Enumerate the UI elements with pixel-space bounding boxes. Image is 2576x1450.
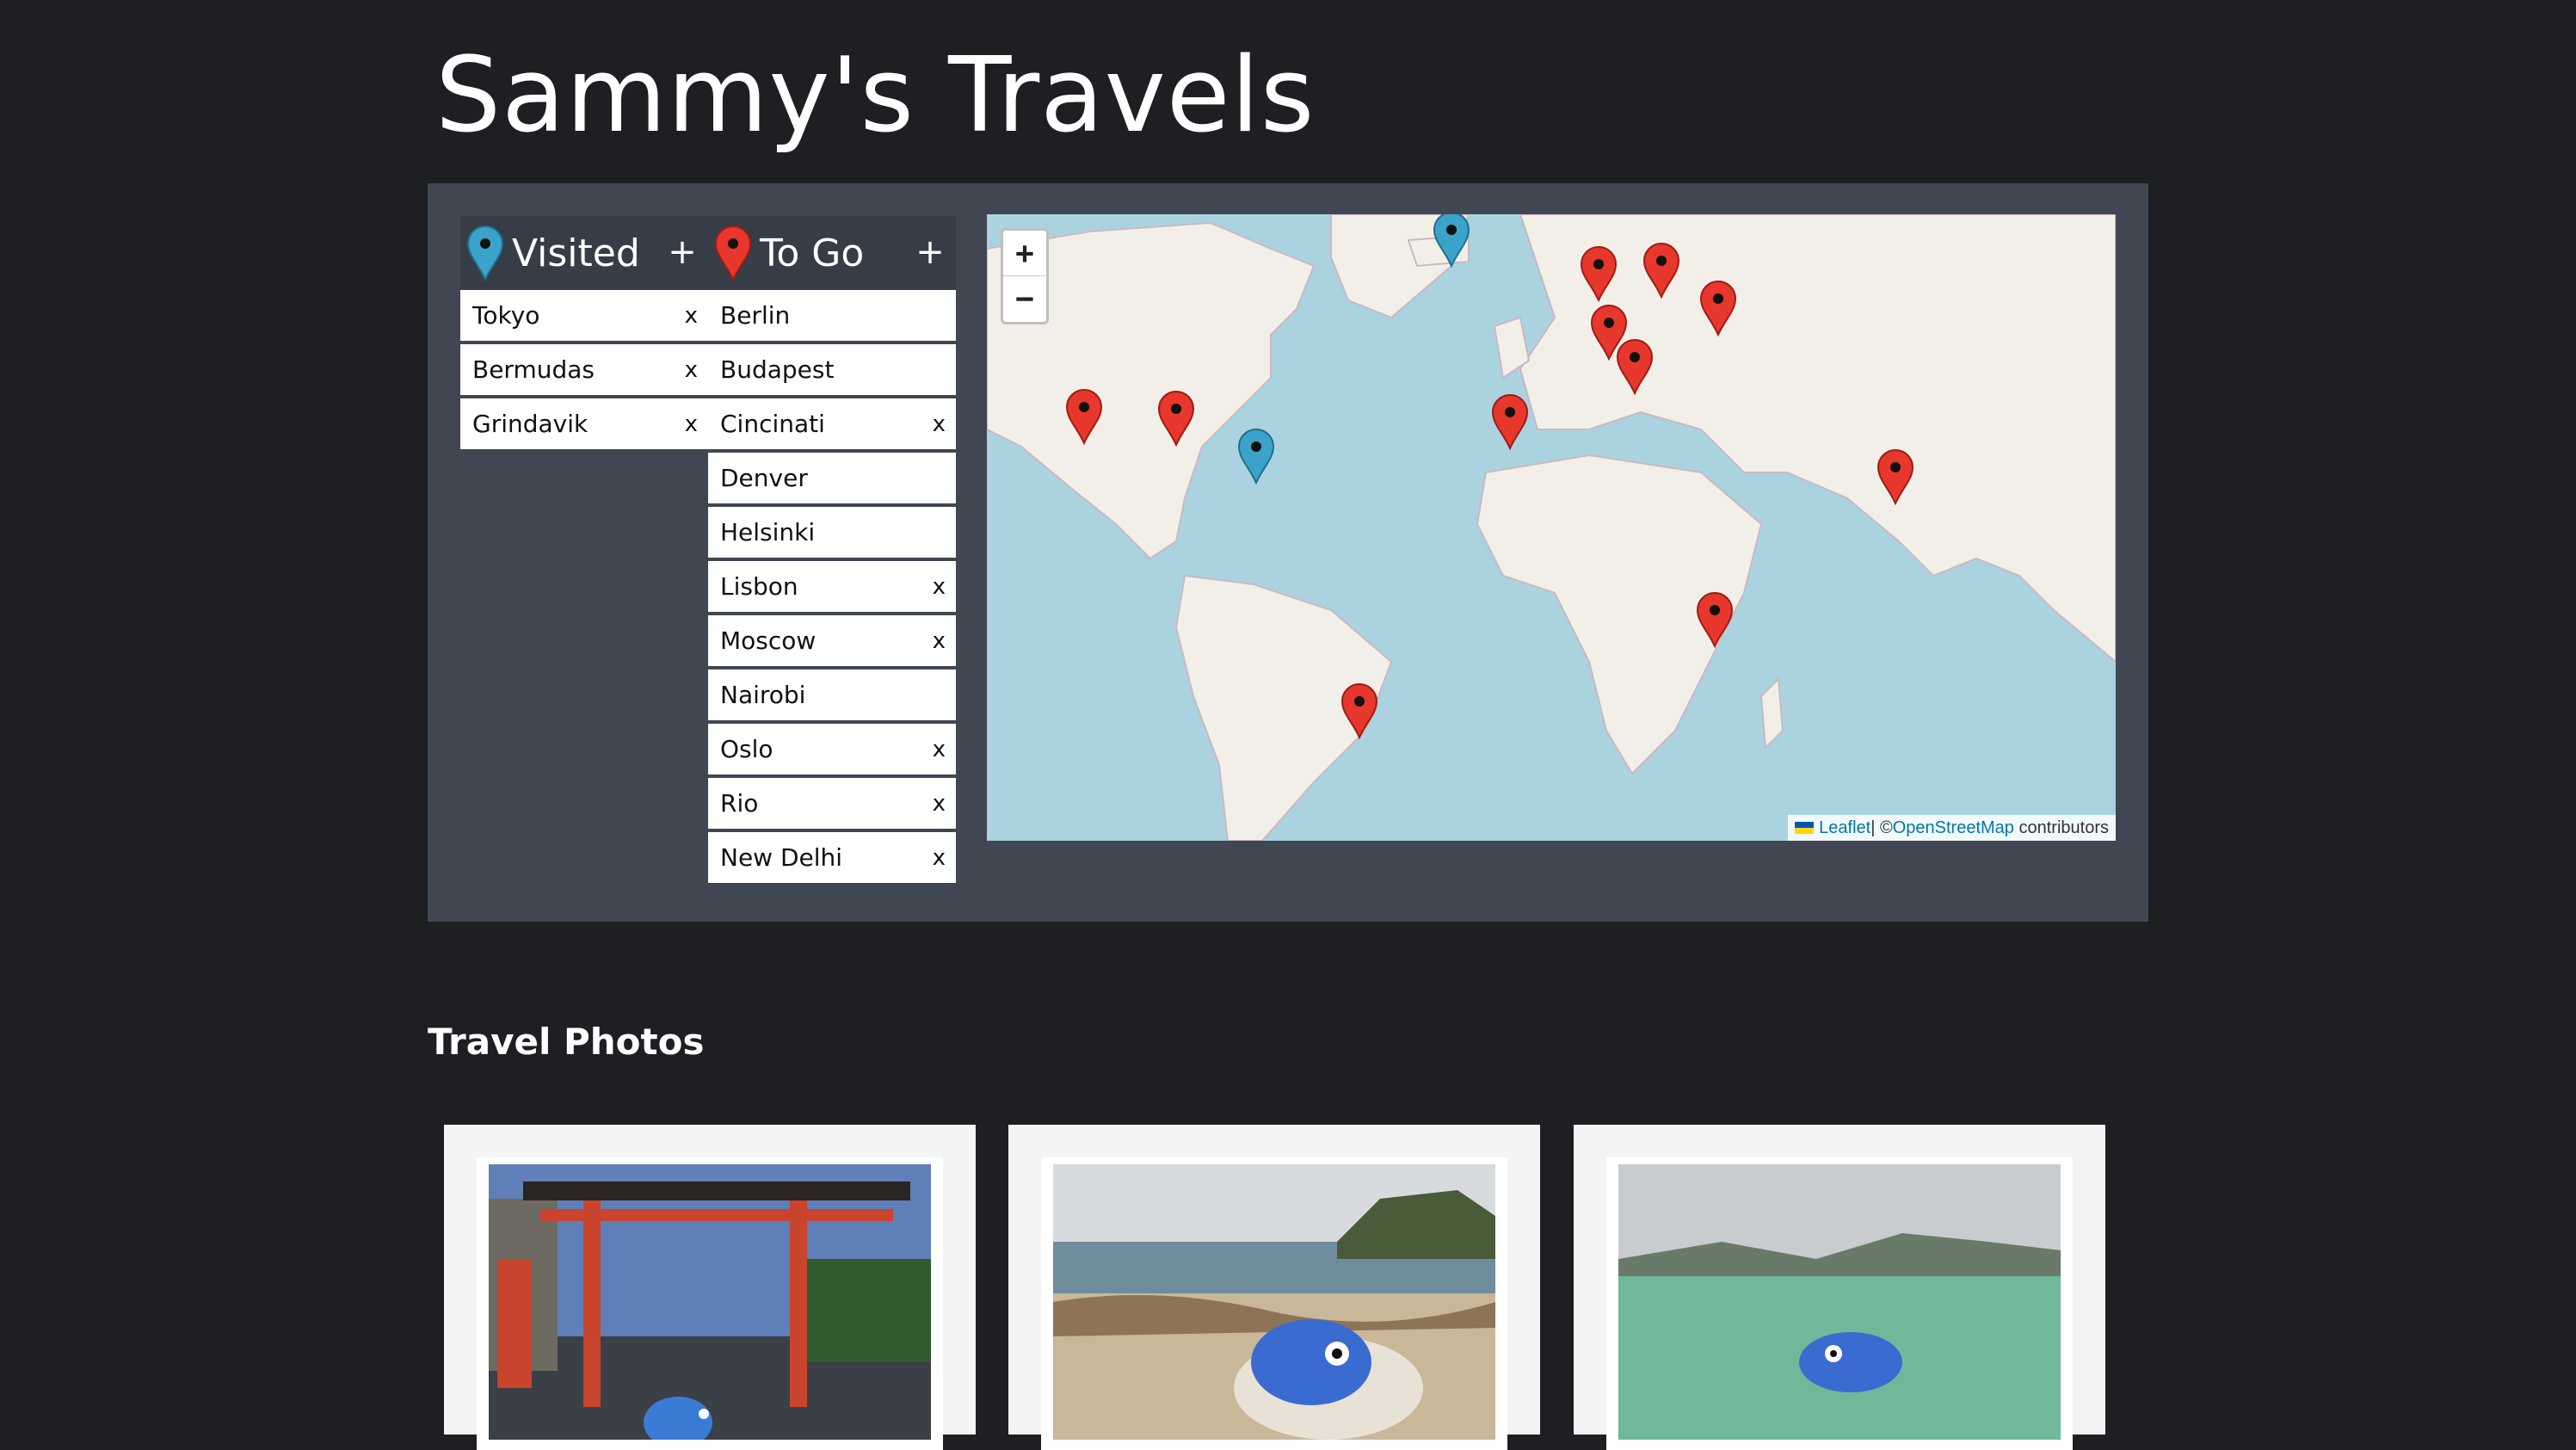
zoom-out-button[interactable]: − <box>1003 276 1046 322</box>
list-item-label: Tokyo <box>472 301 540 330</box>
togo-marker[interactable] <box>1698 280 1738 337</box>
photo-beach <box>1053 1164 1495 1440</box>
list-item[interactable]: Rio x <box>708 778 956 830</box>
page-title: Sammy's Travels <box>435 36 1316 156</box>
leaflet-link[interactable]: Leaflet <box>1819 818 1870 838</box>
ukraine-flag-icon <box>1795 822 1815 834</box>
list-item-label: Nairobi <box>720 681 806 709</box>
togo-marker[interactable] <box>1642 242 1681 299</box>
list-item[interactable]: Cincinati x <box>708 398 956 451</box>
list-item[interactable]: Budapest <box>708 344 956 397</box>
list-item[interactable]: New Delhi x <box>708 832 956 885</box>
list-item-label: Helsinki <box>720 518 816 546</box>
photo-frame <box>477 1157 943 1450</box>
list-item[interactable]: Moscow x <box>708 615 956 668</box>
list-item-label: Budapest <box>720 355 835 384</box>
photo-frame <box>1606 1157 2073 1450</box>
map-land <box>987 214 2116 841</box>
photo-card[interactable] <box>444 1125 976 1450</box>
zoom-control: + − <box>1001 228 1049 324</box>
togo-marker[interactable] <box>1876 448 1915 506</box>
photo-frame <box>1041 1157 1507 1450</box>
list-item-label: Cincinati <box>720 410 825 438</box>
list-item[interactable]: Grindavik x <box>460 398 708 451</box>
visited-marker[interactable] <box>1432 214 1471 268</box>
list-item-label: New Delhi <box>720 843 843 872</box>
togo-list: To Go + Berlin Budapest Cincinati x Denve… <box>708 216 956 886</box>
red-pin-icon <box>713 225 753 281</box>
zoom-in-button[interactable]: + <box>1003 231 1046 276</box>
list-item-label: Denver <box>720 464 808 492</box>
togo-marker[interactable] <box>1695 591 1735 649</box>
list-item[interactable]: Tokyo x <box>460 290 708 342</box>
osm-link[interactable]: OpenStreetMap <box>1893 818 2014 838</box>
togo-marker[interactable] <box>1490 393 1530 451</box>
list-item-label: Moscow <box>720 626 817 655</box>
list-item-label: Oslo <box>720 735 773 763</box>
list-item-label: Lisbon <box>720 572 798 601</box>
travel-photos-title: Travel Photos <box>428 1021 705 1063</box>
add-togo-button[interactable]: + <box>913 231 947 273</box>
remove-button[interactable]: x <box>933 411 946 437</box>
list-item[interactable]: Nairobi <box>708 669 956 722</box>
visited-header-label: Visited <box>512 231 640 275</box>
list-item-label: Bermudas <box>472 355 595 384</box>
remove-button[interactable]: x <box>933 628 946 654</box>
togo-marker[interactable] <box>1156 390 1196 447</box>
togo-header-label: To Go <box>760 231 865 275</box>
list-item-label: Berlin <box>720 301 791 330</box>
world-map[interactable]: + − Leaflet | © OpenStreetMap contributo… <box>987 214 2116 841</box>
list-item[interactable]: Helsinki <box>708 507 956 559</box>
remove-button[interactable]: x <box>685 303 698 329</box>
add-visited-button[interactable]: + <box>665 231 699 273</box>
attribution-separator: | © <box>1870 818 1893 837</box>
remove-button[interactable]: x <box>933 737 946 762</box>
togo-header: To Go + <box>708 216 956 290</box>
list-item[interactable]: Lisbon x <box>708 561 956 614</box>
togo-marker[interactable] <box>1615 338 1655 396</box>
visited-marker[interactable] <box>1236 428 1276 485</box>
list-item[interactable]: Bermudas x <box>460 344 708 397</box>
togo-marker[interactable] <box>1579 245 1618 303</box>
list-item-label: Rio <box>720 789 759 818</box>
blue-pin-icon <box>465 225 505 281</box>
photo-torii-gate <box>489 1164 931 1440</box>
togo-marker[interactable] <box>1064 388 1104 446</box>
togo-marker[interactable] <box>1340 682 1379 740</box>
list-item[interactable]: Denver <box>708 453 956 505</box>
remove-button[interactable]: x <box>685 411 698 437</box>
list-item[interactable]: Berlin <box>708 290 956 342</box>
map-attribution: Leaflet | © OpenStreetMap contributors <box>1788 815 2116 841</box>
list-item[interactable]: Oslo x <box>708 724 956 776</box>
travel-panel: Visited + Tokyo x Bermudas x Grindavik x… <box>428 183 2148 922</box>
photo-card[interactable] <box>1008 1125 1540 1450</box>
photo-blue-lagoon <box>1618 1164 2061 1440</box>
attribution-suffix: contributors <box>2013 818 2109 837</box>
remove-button[interactable]: x <box>933 791 946 817</box>
visited-header: Visited + <box>460 216 708 290</box>
remove-button[interactable]: x <box>933 845 946 871</box>
list-item-label: Grindavik <box>472 410 589 438</box>
visited-list: Visited + Tokyo x Bermudas x Grindavik x <box>460 216 708 453</box>
remove-button[interactable]: x <box>933 574 946 600</box>
photo-card[interactable] <box>1574 1125 2105 1450</box>
remove-button[interactable]: x <box>685 357 698 383</box>
